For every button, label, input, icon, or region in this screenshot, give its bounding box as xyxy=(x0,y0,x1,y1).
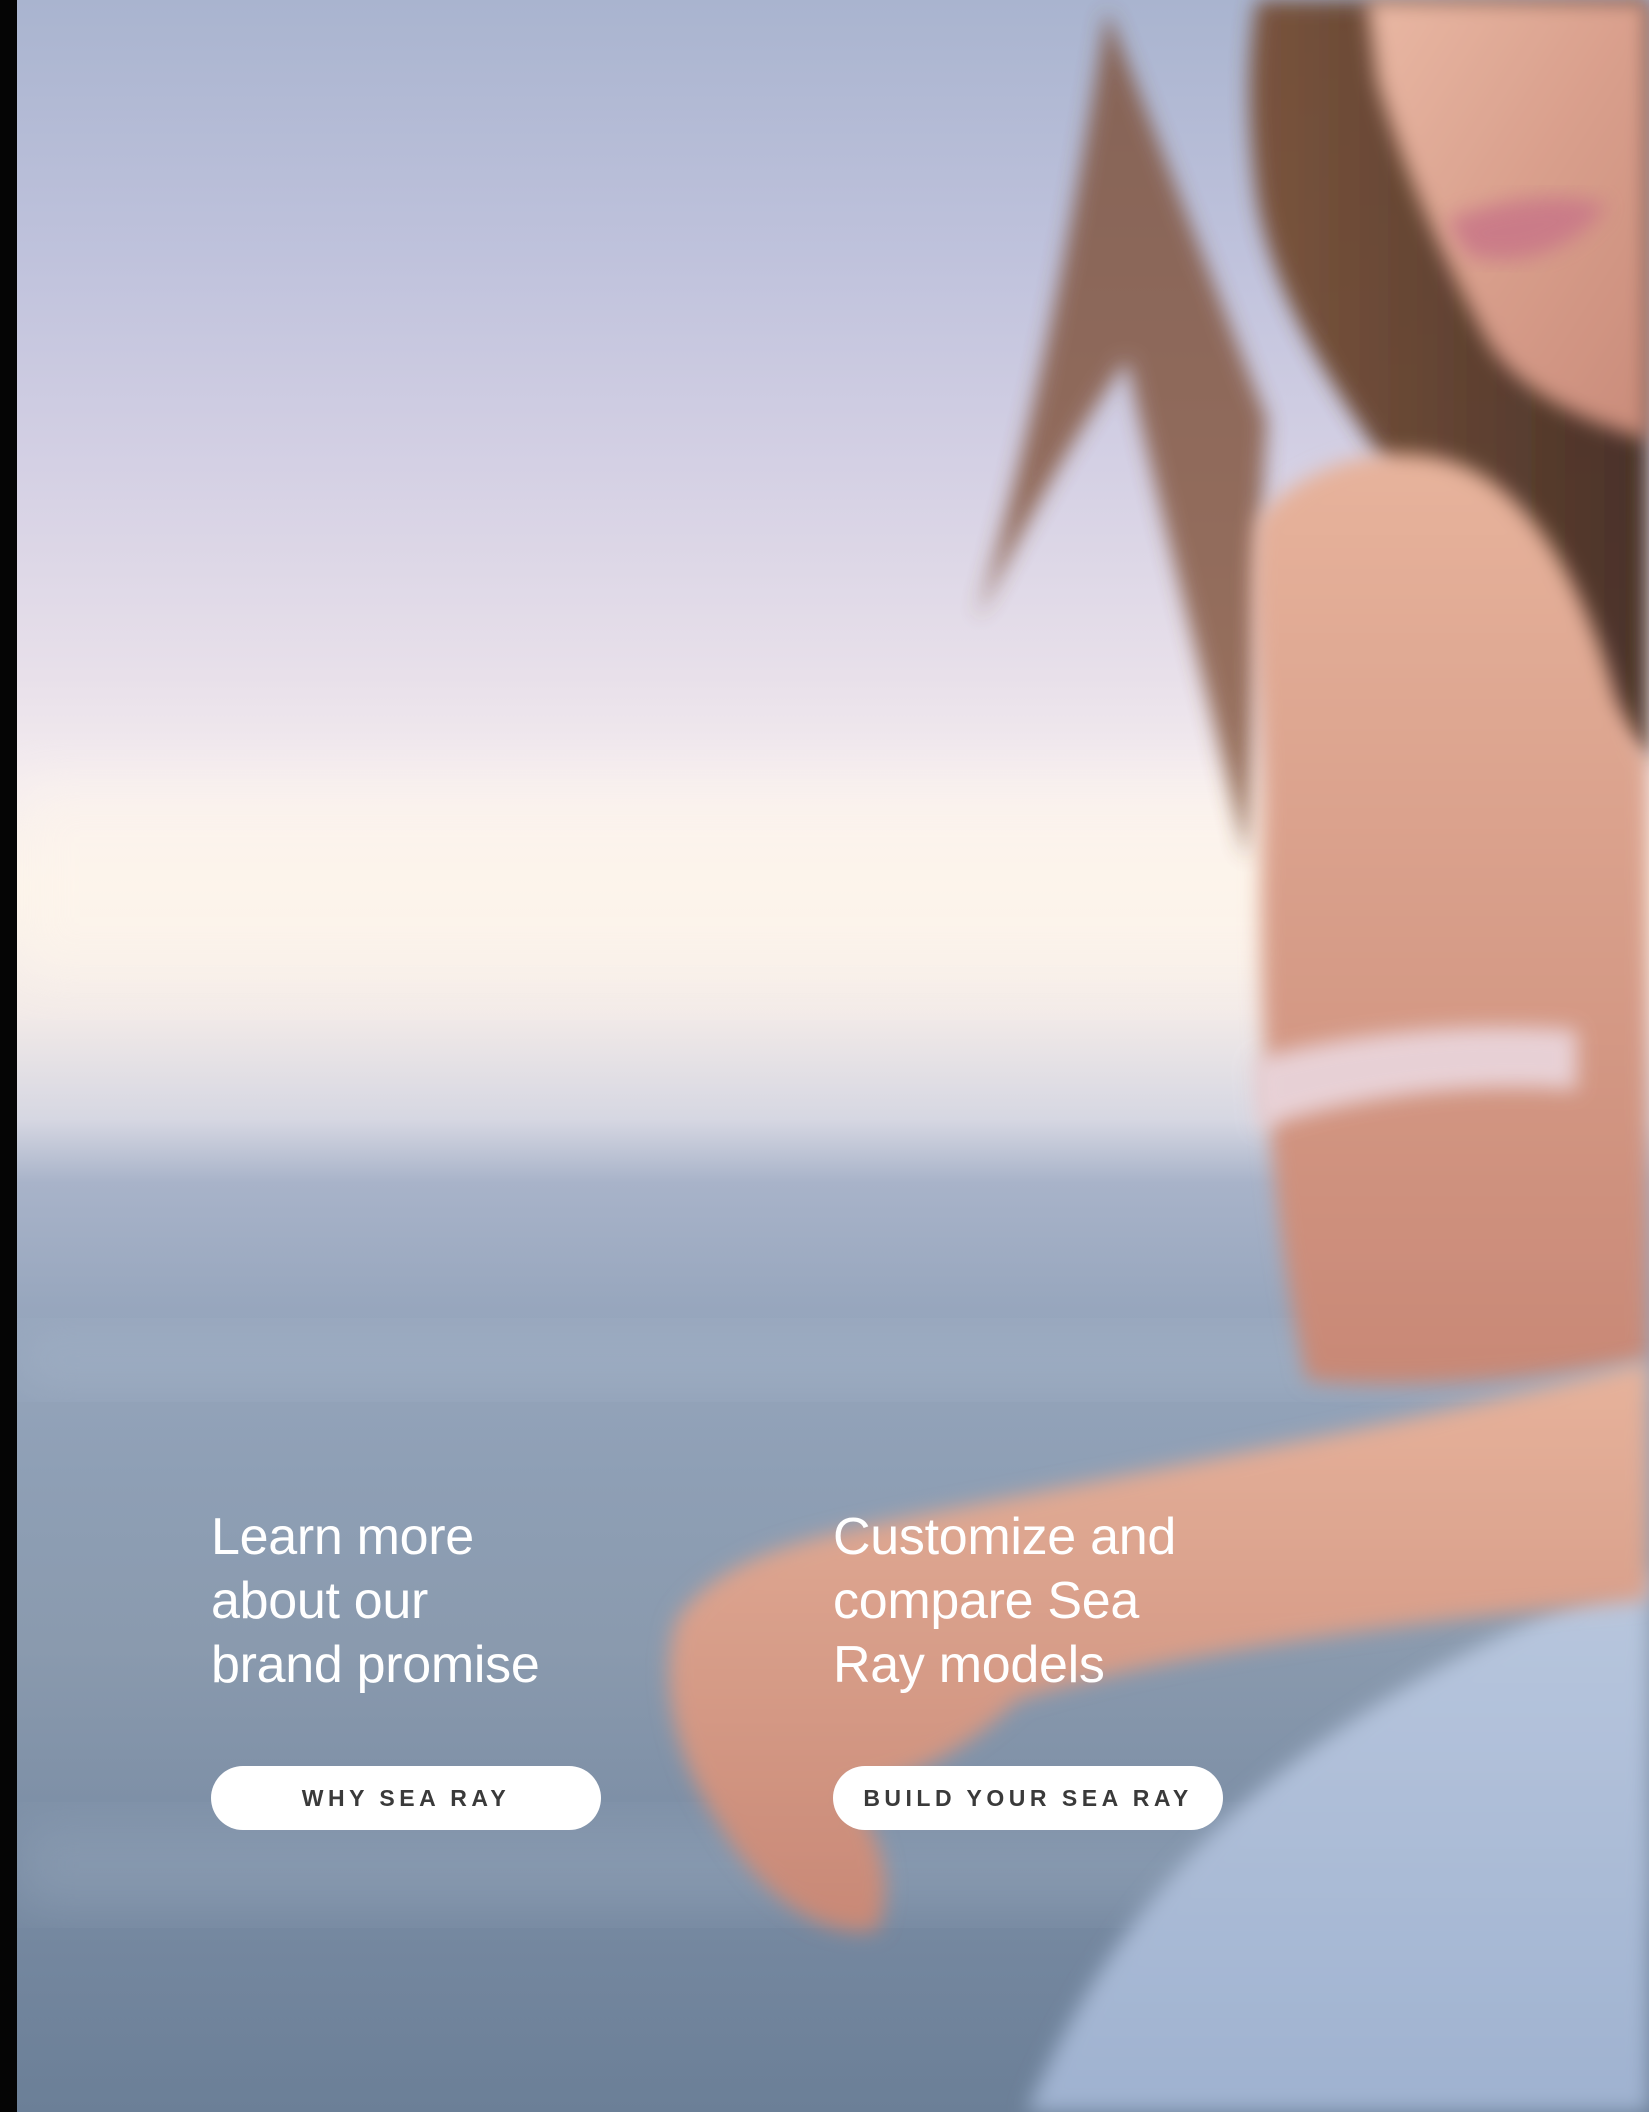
build-your-sea-ray-button[interactable]: BUILD YOUR SEA RAY xyxy=(833,1766,1223,1830)
cta-heading-line: Customize and xyxy=(833,1508,1176,1566)
why-sea-ray-button-label: WHY SEA RAY xyxy=(301,1784,511,1811)
page: Learn more about our brand promise WHY S… xyxy=(0,0,1649,2112)
cta-heading-line: compare Sea xyxy=(833,1572,1139,1630)
left-edge-bar xyxy=(0,0,17,2112)
cta-heading-brand-promise: Learn more about our brand promise xyxy=(211,1505,591,1697)
cta-heading-line: Learn more xyxy=(211,1508,474,1566)
cta-heading-line: about our xyxy=(211,1572,429,1630)
cta-build-your-sea-ray: Customize and compare Sea Ray models BUI… xyxy=(833,1505,1223,1830)
cta-heading-customize-models: Customize and compare Sea Ray models xyxy=(833,1505,1213,1697)
cta-heading-line: brand promise xyxy=(211,1636,540,1694)
build-your-sea-ray-button-label: BUILD YOUR SEA RAY xyxy=(863,1784,1193,1811)
cta-why-sea-ray: Learn more about our brand promise WHY S… xyxy=(211,1505,601,1830)
hair-strands xyxy=(977,10,1267,860)
why-sea-ray-button[interactable]: WHY SEA RAY xyxy=(211,1766,601,1830)
cta-heading-line: Ray models xyxy=(833,1636,1105,1694)
